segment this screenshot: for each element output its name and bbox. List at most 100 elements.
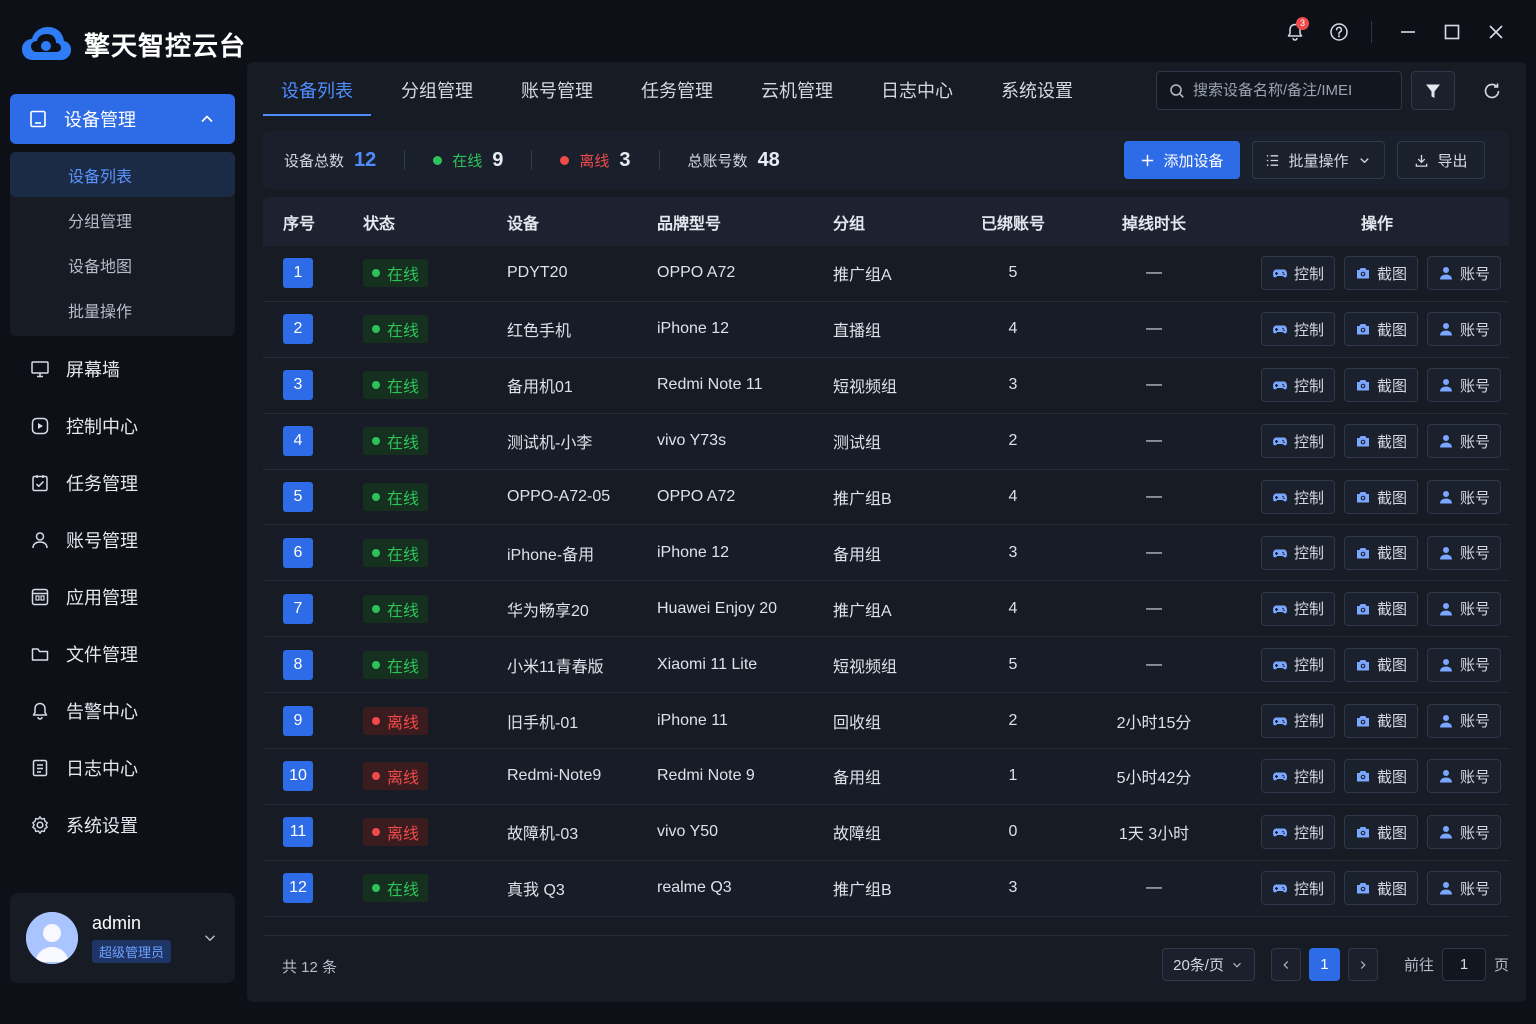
minimize-button[interactable]	[1386, 14, 1430, 50]
row-device-name: OPPO-A72-05	[507, 488, 611, 505]
sidebar-subitem-device-list[interactable]: 设备列表	[10, 152, 235, 197]
control-button[interactable]: 控制	[1260, 535, 1335, 570]
close-button[interactable]	[1474, 14, 1518, 50]
sidebar-item-file-management[interactable]: 文件管理	[10, 625, 235, 682]
sidebar-item-app-management[interactable]: 应用管理	[10, 568, 235, 625]
screenshot-button[interactable]: 截图	[1343, 703, 1418, 738]
account-button[interactable]: 账号	[1426, 368, 1501, 403]
user-card[interactable]: admin 超级管理员	[10, 893, 235, 983]
search-icon	[1170, 83, 1184, 98]
control-button[interactable]: 控制	[1260, 256, 1335, 291]
filter-button[interactable]	[1411, 71, 1455, 110]
control-label: 控制	[1293, 433, 1324, 451]
screenshot-button[interactable]: 截图	[1343, 424, 1418, 459]
sidebar-item-system-settings[interactable]: 系统设置	[10, 796, 235, 853]
status-tag: 在线	[363, 874, 429, 903]
account-label: 账号	[1459, 824, 1490, 842]
row-index-badge: 10	[283, 761, 313, 792]
search-box[interactable]	[1156, 71, 1402, 110]
chevron-down-icon	[1233, 962, 1241, 968]
page-size-select[interactable]: 20条/页	[1162, 948, 1255, 981]
export-button[interactable]: 导出	[1397, 141, 1485, 179]
chevron-down-icon[interactable]	[201, 929, 219, 947]
row-offline-duration: 2小时15分	[1116, 714, 1192, 732]
sidebar-subitem-group-management[interactable]: 分组管理	[10, 197, 235, 242]
control-button[interactable]: 控制	[1260, 759, 1335, 794]
tab-group-management[interactable]: 分组管理	[383, 62, 491, 116]
screenshot-button[interactable]: 截图	[1343, 368, 1418, 403]
status-tag: 在线	[363, 594, 429, 623]
sidebar-subitem-batch-ops[interactable]: 批量操作	[10, 287, 235, 332]
screenshot-button[interactable]: 截图	[1343, 591, 1418, 626]
batch-operation-button[interactable]: 批量操作	[1252, 141, 1385, 179]
prev-page-button[interactable]	[1270, 948, 1301, 981]
row-index-cell: 5	[263, 482, 363, 512]
control-button[interactable]: 控制	[1260, 815, 1335, 850]
screenshot-button[interactable]: 截图	[1343, 647, 1418, 682]
add-device-button[interactable]: 添加设备	[1124, 141, 1240, 179]
screenshot-button[interactable]: 截图	[1343, 815, 1418, 850]
control-label: 控制	[1293, 880, 1324, 898]
account-button[interactable]: 账号	[1426, 480, 1501, 514]
control-button[interactable]: 控制	[1260, 647, 1335, 682]
tab-device-list[interactable]: 设备列表	[263, 62, 371, 116]
control-button[interactable]: 控制	[1260, 368, 1335, 403]
sidebar-subitem-device-map[interactable]: 设备地图	[10, 242, 235, 287]
sidebar-item-device-management[interactable]: 设备管理	[10, 94, 235, 144]
account-button[interactable]: 账号	[1426, 815, 1501, 850]
account-button[interactable]: 账号	[1426, 312, 1501, 347]
account-button[interactable]: 账号	[1426, 424, 1501, 459]
account-button[interactable]: 账号	[1426, 591, 1501, 626]
goto-page-input[interactable]	[1441, 948, 1486, 981]
control-button[interactable]: 控制	[1260, 480, 1335, 514]
refresh-button[interactable]	[1471, 71, 1513, 110]
account-button[interactable]: 账号	[1426, 871, 1501, 906]
row-status-cell: 在线	[363, 315, 507, 344]
sidebar-item-alert-center[interactable]: 告警中心	[10, 682, 235, 739]
page-number-current[interactable]: 1	[1308, 948, 1340, 981]
row-operations: 控制 截图 账号	[1245, 368, 1509, 403]
screenshot-button[interactable]: 截图	[1343, 312, 1418, 347]
tab-system-settings[interactable]: 系统设置	[983, 62, 1091, 116]
tab-account-management[interactable]: 账号管理	[503, 62, 611, 116]
main-panel: 设备列表 分组管理 账号管理 任务管理 云机管理 日志中心 系统设置 设备总数 …	[247, 62, 1526, 1002]
row-index-badge: 7	[283, 593, 313, 624]
status-text: 离线	[387, 826, 420, 844]
account-button[interactable]: 账号	[1426, 703, 1501, 738]
row-account-count: 4	[1008, 488, 1018, 505]
sidebar-item-account-management[interactable]: 账号管理	[10, 511, 235, 568]
control-button[interactable]: 控制	[1260, 591, 1335, 626]
notification-badge: 3	[1296, 17, 1309, 30]
control-button[interactable]: 控制	[1260, 312, 1335, 347]
sidebar-item-screen-wall[interactable]: 屏幕墙	[10, 340, 235, 397]
account-button[interactable]: 账号	[1426, 535, 1501, 570]
screenshot-button[interactable]: 截图	[1343, 256, 1418, 291]
maximize-button[interactable]	[1430, 14, 1474, 50]
status-text: 在线	[387, 323, 420, 341]
screenshot-button[interactable]: 截图	[1343, 759, 1418, 794]
account-button[interactable]: 账号	[1426, 759, 1501, 794]
control-label: 控制	[1293, 321, 1324, 339]
sidebar-item-log-center[interactable]: 日志中心	[10, 739, 235, 796]
screenshot-button[interactable]: 截图	[1343, 480, 1418, 514]
row-index-cell: 6	[263, 537, 363, 568]
screenshot-button[interactable]: 截图	[1343, 535, 1418, 570]
header-offline-duration: 掉线时长	[1121, 215, 1186, 233]
sidebar-item-task-management[interactable]: 任务管理	[10, 454, 235, 511]
account-button[interactable]: 账号	[1426, 647, 1501, 682]
tab-task-management[interactable]: 任务管理	[623, 62, 731, 116]
gamepad-icon	[1272, 549, 1287, 558]
screenshot-button[interactable]: 截图	[1343, 871, 1418, 906]
tab-cloud-phone-management[interactable]: 云机管理	[743, 62, 851, 116]
sidebar-item-control-center[interactable]: 控制中心	[10, 397, 235, 454]
next-page-button[interactable]	[1347, 948, 1378, 981]
account-button[interactable]: 账号	[1426, 256, 1501, 291]
tab-log-center[interactable]: 日志中心	[863, 62, 971, 116]
control-button[interactable]: 控制	[1260, 424, 1335, 459]
screenshot-label: 截图	[1376, 489, 1407, 507]
notification-button[interactable]: 3	[1273, 14, 1317, 50]
help-button[interactable]	[1317, 14, 1361, 50]
control-button[interactable]: 控制	[1260, 871, 1335, 906]
search-input[interactable]	[1193, 82, 1383, 99]
control-button[interactable]: 控制	[1260, 703, 1335, 738]
